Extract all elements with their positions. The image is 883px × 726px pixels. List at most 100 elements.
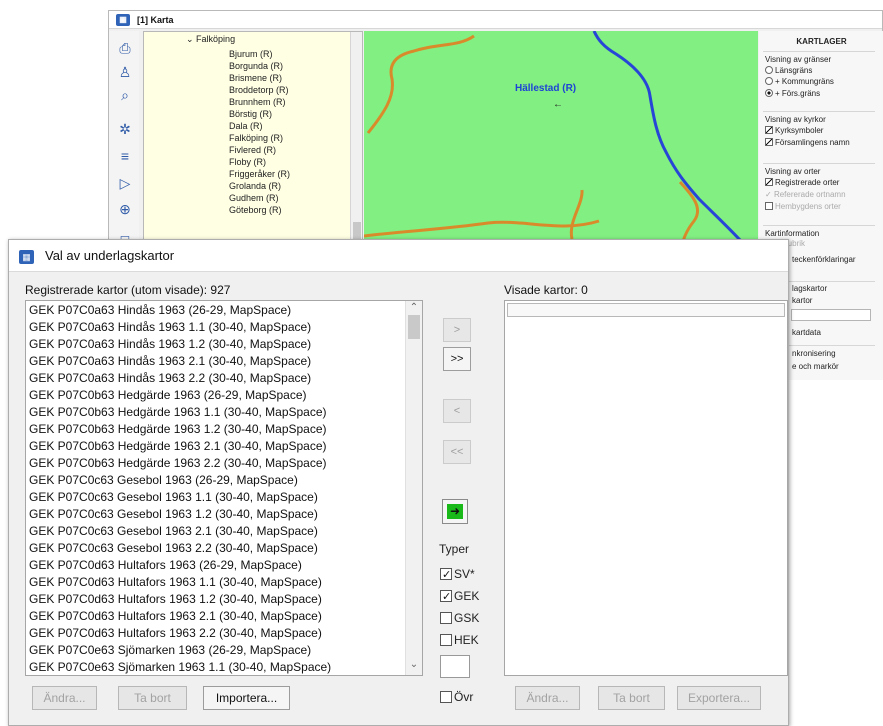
type-other-checkbox[interactable]: Övr <box>440 688 495 706</box>
place-option[interactable]: Registrerade orter <box>765 178 839 187</box>
border-display-label: Visning av gränser <box>765 55 832 64</box>
list-item[interactable]: GEK P07C0e63 Sjömarken 1963 (26-29, MapS… <box>29 642 403 659</box>
green-arrow-icon: ➜ <box>447 504 463 519</box>
list-item[interactable]: GEK P07C0b63 Hedgärde 1963 2.2 (30-40, M… <box>29 455 403 472</box>
edit-registered-map-button[interactable]: Ändra... <box>32 686 97 710</box>
remove-shown-map-button[interactable]: Ta bort <box>598 686 665 710</box>
checked-checkbox-icon[interactable] <box>765 178 773 186</box>
tree-item[interactable]: Grolanda (R) <box>229 181 281 192</box>
tree-item[interactable]: Borgunda (R) <box>229 61 283 72</box>
tree-scrollbar[interactable] <box>350 32 362 250</box>
tree-item[interactable]: Friggeråker (R) <box>229 169 290 180</box>
list-item[interactable]: GEK P07C0c63 Gesebol 1963 (26-29, MapSpa… <box>29 472 403 489</box>
map-canvas[interactable]: Hällestad (R) ← <box>364 31 758 251</box>
border-option[interactable]: + Kommungräns <box>765 77 834 86</box>
checkbox-icon[interactable] <box>440 691 452 703</box>
base-maps-field[interactable] <box>791 309 871 321</box>
settings-icon[interactable]: ✲ <box>116 120 134 138</box>
parish-tree[interactable]: ⌄ Falköping Bjurum (R) Borgunda (R) Bris… <box>143 31 363 251</box>
checked-checkbox-icon[interactable] <box>440 566 452 584</box>
list-item[interactable]: GEK P07C0a63 Hindås 1963 1.2 (30-40, Map… <box>29 336 403 353</box>
scroll-up-icon[interactable]: ⌃ <box>409 303 419 313</box>
tree-item[interactable]: Fivlered (R) <box>229 145 276 156</box>
scroll-down-icon[interactable]: ⌄ <box>409 660 419 670</box>
list-item[interactable]: GEK P07C0a63 Hindås 1963 2.2 (30-40, Map… <box>29 370 403 387</box>
place-display-section: Visning av orter Registrerade orter ✓ Re… <box>763 163 875 223</box>
list-item[interactable]: GEK P07C0b63 Hedgärde 1963 (26-29, MapSp… <box>29 387 403 404</box>
selected-radio-icon[interactable] <box>765 89 773 97</box>
user-search-icon[interactable]: ♙ <box>116 63 134 81</box>
list-item[interactable]: GEK P07C0c63 Gesebol 1963 1.1 (30-40, Ma… <box>29 489 403 506</box>
sync-option[interactable]: e och markör <box>792 362 839 371</box>
menu-icon[interactable]: ≡ <box>116 147 134 165</box>
search-icon[interactable]: ⌕ <box>116 86 134 104</box>
border-option[interactable]: Länsgräns <box>765 66 812 75</box>
radio-icon[interactable] <box>765 77 773 85</box>
registered-maps-scrollbar[interactable]: ⌃ ⌄ <box>405 301 422 675</box>
list-item[interactable]: GEK P07C0d63 Hultafors 1963 2.1 (30-40, … <box>29 608 403 625</box>
checked-checkbox-icon[interactable] <box>765 126 773 134</box>
list-item[interactable]: GEK P07C0c63 Gesebol 1963 1.2 (30-40, Ma… <box>29 506 403 523</box>
move-all-right-button[interactable]: >> <box>443 347 471 371</box>
move-selected-left-button[interactable]: < <box>443 399 471 423</box>
green-arrow-button[interactable]: ➜ <box>442 499 468 524</box>
pointer-icon[interactable]: ▷ <box>116 174 134 192</box>
import-button[interactable]: Importera... <box>203 686 290 710</box>
map-place-label[interactable]: Hällestad (R) <box>515 83 576 94</box>
list-item[interactable]: GEK P07C0c63 Gesebol 1963 2.2 (30-40, Ma… <box>29 540 403 557</box>
tree-item[interactable]: Göteborg (R) <box>229 205 282 216</box>
checked-checkbox-icon[interactable] <box>440 588 452 606</box>
list-item[interactable]: GEK P07C0d63 Hultafors 1963 1.2 (30-40, … <box>29 591 403 608</box>
list-item[interactable]: GEK P07C0c63 Gesebol 1963 2.1 (30-40, Ma… <box>29 523 403 540</box>
scroll-thumb[interactable] <box>408 315 420 339</box>
tree-item[interactable]: Brismene (R) <box>229 73 282 84</box>
tree-item[interactable]: Dala (R) <box>229 121 263 132</box>
remove-registered-map-button[interactable]: Ta bort <box>118 686 187 710</box>
printer-icon[interactable]: ⎙ <box>116 39 134 57</box>
checkbox-icon[interactable] <box>440 612 452 624</box>
tree-item[interactable]: Floby (R) <box>229 157 266 168</box>
list-item[interactable]: GEK P07C0a63 Hindås 1963 1.1 (30-40, Map… <box>29 319 403 336</box>
list-item[interactable]: GEK P07C0a63 Hindås 1963 (26-29, MapSpac… <box>29 302 403 319</box>
list-item[interactable]: GEK P07C0b63 Hedgärde 1963 1.2 (30-40, M… <box>29 421 403 438</box>
border-display-section: Visning av gränser Länsgräns + Kommungrä… <box>763 51 875 107</box>
base-maps-option[interactable]: kartor <box>792 296 812 305</box>
type-gsk-checkbox[interactable]: GSK <box>440 609 495 627</box>
tree-item[interactable]: Broddetorp (R) <box>229 85 289 96</box>
church-option[interactable]: Kyrksymboler <box>765 126 823 135</box>
edit-shown-map-button[interactable]: Ändra... <box>515 686 580 710</box>
map-app-icon: ▦ <box>19 250 34 264</box>
list-item[interactable]: GEK P07C0d63 Hultafors 1963 1.1 (30-40, … <box>29 574 403 591</box>
map-app-icon: ▦ <box>116 14 130 26</box>
move-selected-right-button[interactable]: > <box>443 318 471 342</box>
tree-root[interactable]: ⌄ Falköping <box>186 34 235 45</box>
map-marker-icon[interactable]: ← <box>553 99 563 110</box>
export-button[interactable]: Exportera... <box>677 686 761 710</box>
map-info-label: Kartinformation <box>765 229 820 238</box>
move-all-left-button[interactable]: << <box>443 440 471 464</box>
zoom-icon[interactable]: ⊕ <box>116 200 134 218</box>
list-item[interactable]: GEK P07C0a63 Hindås 1963 2.1 (30-40, Map… <box>29 353 403 370</box>
list-item[interactable]: GEK P07C0d63 Hultafors 1963 (26-29, MapS… <box>29 557 403 574</box>
type-hek-checkbox[interactable]: HEK <box>440 631 495 649</box>
shown-maps-list[interactable] <box>504 300 788 676</box>
list-item[interactable]: GEK P07C0e63 Sjömarken 1963 1.1 (30-40, … <box>29 659 403 675</box>
checkbox-icon[interactable] <box>440 634 452 646</box>
tree-item[interactable]: Börstig (R) <box>229 109 272 120</box>
base-maps-option[interactable]: kartdata <box>792 328 821 337</box>
tree-item[interactable]: Gudhem (R) <box>229 193 279 204</box>
checked-checkbox-icon[interactable] <box>765 138 773 146</box>
tree-item[interactable]: Brunnhem (R) <box>229 97 286 108</box>
type-sv-checkbox[interactable]: SV* <box>440 565 495 584</box>
list-item[interactable]: GEK P07C0b63 Hedgärde 1963 1.1 (30-40, M… <box>29 404 403 421</box>
border-option[interactable]: + Förs.gräns <box>765 89 820 98</box>
tree-item[interactable]: Falköping (R) <box>229 133 283 144</box>
registered-maps-list[interactable]: GEK P07C0a63 Hindås 1963 (26-29, MapSpac… <box>25 300 423 676</box>
radio-icon[interactable] <box>765 66 773 74</box>
other-type-text-field[interactable] <box>440 655 470 678</box>
type-gek-checkbox[interactable]: GEK <box>440 587 495 606</box>
list-item[interactable]: GEK P07C0d63 Hultafors 1963 2.2 (30-40, … <box>29 625 403 642</box>
list-item[interactable]: GEK P07C0b63 Hedgärde 1963 2.1 (30-40, M… <box>29 438 403 455</box>
church-option[interactable]: Församlingens namn <box>765 138 850 147</box>
tree-item[interactable]: Bjurum (R) <box>229 49 273 60</box>
